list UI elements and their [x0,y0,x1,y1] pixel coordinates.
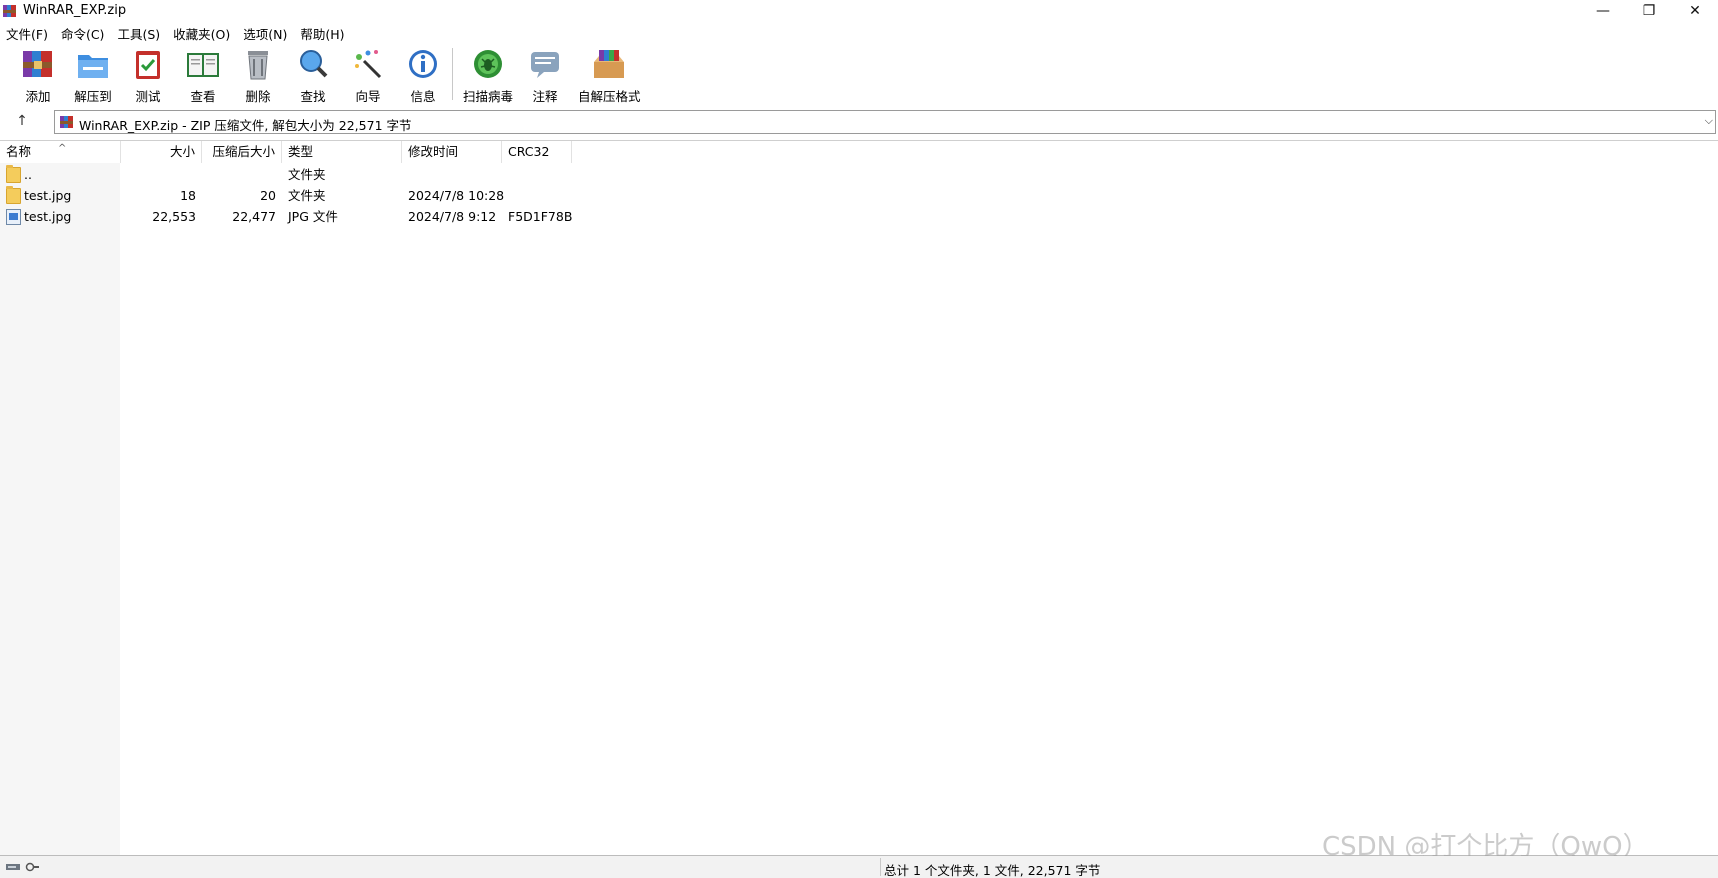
sfx-box-icon [594,50,624,78]
sfx-button[interactable]: 自解压格式 [578,44,641,104]
close-button[interactable]: ✕ [1672,0,1718,22]
title-bar: WinRAR_EXP.zip — ❐ ✕ [0,0,1718,22]
file-name: .. [24,167,32,182]
menu-file[interactable]: 文件(F) [6,22,55,42]
file-type: 文件夹 [288,188,326,203]
status-summary: 总计 1 个文件夹, 1 文件, 22,571 字节 [884,863,1101,878]
test-button[interactable]: 测试 [118,44,178,104]
comment-button[interactable]: 注释 [515,44,575,104]
column-type[interactable]: 类型 [282,141,402,163]
trash-icon [248,51,268,80]
chevron-down-icon[interactable]: ⌵ [1705,114,1713,128]
wizard-label: 向导 [355,89,381,104]
extract-to-button[interactable]: 解压到 [63,44,123,104]
virus-scan-label: 扫描病毒 [462,89,513,104]
winrar-window: WinRAR_EXP.zip — ❐ ✕ 文件(F) 命令(C) 工具(S) 收… [0,0,1718,878]
file-list[interactable]: 名称 ^ 大小 压缩后大小 类型 修改时间 CRC32 .. 文件夹 test.… [0,140,1718,856]
info-icon [409,50,437,78]
file-type: JPG 文件 [288,209,338,224]
up-folder-button[interactable]: ↑ [12,113,32,131]
toolbar: 添加 解压到 测试 查看 删除 查找 向导 信息 扫描病毒 注释 自解压格式 [0,44,1718,104]
file-modified: 2024/7/8 10:28 [408,188,505,203]
column-name[interactable]: 名称 ^ [0,141,121,163]
menu-bar: 文件(F) 命令(C) 工具(S) 收藏夹(O) 选项(N) 帮助(H) [0,22,358,42]
table-row[interactable]: .. 文件夹 [0,165,1718,185]
file-size: 22,553 [152,209,196,224]
drive-key-icon [6,862,39,872]
view-book-icon [187,53,219,77]
file-name: test.jpg [24,209,72,224]
view-button[interactable]: 查看 [173,44,233,104]
magnifier-icon [300,50,328,78]
find-button[interactable]: 查找 [283,44,343,104]
table-row[interactable]: test.jpg 22,553 22,477 JPG 文件 2024/7/8 9… [0,207,1718,227]
column-name-label: 名称 [6,144,32,159]
file-crc [502,186,572,206]
column-crc32[interactable]: CRC32 [502,141,572,163]
address-text: WinRAR_EXP.zip - ZIP 压缩文件, 解包大小为 22,571 … [79,118,412,133]
file-packed-size: 22,477 [232,209,276,224]
file-modified [402,165,502,185]
file-size: 18 [180,188,196,203]
window-title: WinRAR_EXP.zip [23,3,127,18]
virus-scan-button[interactable]: 扫描病毒 [458,44,518,104]
address-field[interactable]: WinRAR_EXP.zip - ZIP 压缩文件, 解包大小为 22,571 … [54,110,1716,134]
comment-icon [531,52,559,78]
extract-folder-icon [78,55,108,78]
toolbar-separator [452,48,453,100]
file-modified: 2024/7/8 9:12 [408,209,497,224]
file-crc [502,165,572,185]
menu-help[interactable]: 帮助(H) [300,22,351,42]
archive-icon [60,116,73,128]
delete-button[interactable]: 删除 [228,44,288,104]
extract-to-label: 解压到 [74,89,112,104]
add-archive-icon [23,51,52,77]
winrar-app-icon [3,5,16,17]
menu-tools[interactable]: 工具(S) [117,22,167,42]
table-row[interactable]: test.jpg 18 20 文件夹 2024/7/8 10:28 [0,186,1718,206]
status-bar: 总计 1 个文件夹, 1 文件, 22,571 字节 [0,856,1718,878]
column-modified[interactable]: 修改时间 [402,141,502,163]
menu-favorites[interactable]: 收藏夹(O) [173,22,237,42]
comment-label: 注释 [532,89,558,104]
name-column-shade [0,163,120,855]
info-button[interactable]: 信息 [393,44,453,104]
sort-ascending-icon: ^ [58,143,67,154]
address-bar: ↑ WinRAR_EXP.zip - ZIP 压缩文件, 解包大小为 22,57… [0,108,1718,136]
test-clipboard-icon [136,51,160,79]
info-label: 信息 [410,89,436,104]
file-packed-size: 20 [260,188,276,203]
wizard-wand-icon [355,50,382,79]
file-packed-size [202,165,282,185]
file-name: test.jpg [24,188,72,203]
file-size [121,165,202,185]
list-header: 名称 ^ 大小 压缩后大小 类型 修改时间 CRC32 [0,141,1718,163]
add-button[interactable]: 添加 [8,44,68,104]
virus-scan-icon [474,50,502,78]
menu-commands[interactable]: 命令(C) [61,22,111,42]
add-label: 添加 [25,89,51,104]
wizard-button[interactable]: 向导 [338,44,398,104]
column-packed[interactable]: 压缩后大小 [202,141,282,163]
maximize-button[interactable]: ❐ [1626,0,1672,22]
view-label: 查看 [190,89,216,104]
status-divider [880,858,881,876]
sfx-label: 自解压格式 [578,89,641,104]
column-size[interactable]: 大小 [121,141,202,163]
find-label: 查找 [300,89,326,104]
menu-options[interactable]: 选项(N) [243,22,294,42]
file-crc: F5D1F78B [508,209,573,224]
file-type: 文件夹 [288,167,326,182]
minimize-button[interactable]: — [1580,0,1626,22]
delete-label: 删除 [245,89,271,104]
test-label: 测试 [135,89,161,104]
